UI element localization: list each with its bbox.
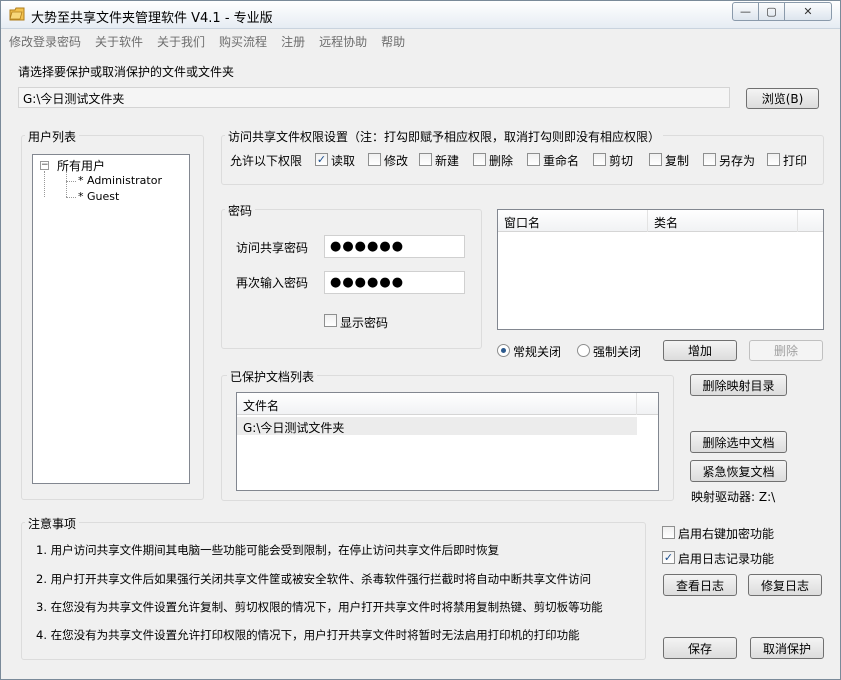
menu-register[interactable]: 注册	[274, 30, 312, 52]
force-close-label: 强制关闭	[593, 345, 642, 359]
tree-connector	[44, 171, 45, 197]
normal-close-label: 常规关闭	[513, 345, 562, 359]
main-window: 大势至共享文件夹管理软件 V4.1 - 专业版 — ▢ ✕ 修改登录密码 关于软…	[0, 0, 841, 680]
view-log-button[interactable]: 查看日志	[663, 574, 737, 596]
delete-selected-button[interactable]: 删除选中文档	[690, 431, 787, 453]
access-password-label: 访问共享密码	[236, 241, 309, 255]
perm-print-label: 打印	[783, 154, 808, 168]
perm-saveas-label: 另存为	[719, 154, 756, 168]
menu-bar: 修改登录密码 关于软件 关于我们 购买流程 注册 远程协助 帮助	[2, 30, 840, 52]
repair-log-button[interactable]: 修复日志	[748, 574, 822, 596]
perm-rename-checkbox[interactable]	[527, 153, 540, 166]
show-password-checkbox[interactable]	[324, 314, 337, 327]
app-folder-icon	[9, 7, 25, 21]
cancel-protect-button[interactable]: 取消保护	[750, 637, 824, 659]
perm-print-checkbox[interactable]	[767, 153, 780, 166]
show-password-label: 显示密码	[340, 316, 389, 330]
delete-button[interactable]: 删除	[749, 340, 823, 361]
delete-mapping-button[interactable]: 删除映射目录	[690, 374, 787, 396]
perm-cut-label: 剪切	[609, 154, 634, 168]
protected-docs-header: 文件名	[237, 393, 658, 415]
right-click-encrypt-label: 启用右键加密功能	[678, 527, 775, 541]
window-list-header: 窗口名 类名	[498, 210, 823, 232]
minimize-icon: —	[740, 5, 751, 18]
perm-saveas-checkbox[interactable]	[703, 153, 716, 166]
force-close-radio[interactable]	[577, 344, 590, 357]
perm-modify-checkbox[interactable]	[368, 153, 381, 166]
close-button[interactable]: ✕	[784, 2, 832, 21]
note-item-4: 4. 在您没有为共享文件设置允许打印权限的情况下，用户打开共享文件时将暂时无法启…	[36, 628, 580, 642]
access-password-input[interactable]: ●●●●●●	[324, 235, 465, 258]
permissions-title: 访问共享文件权限设置（注：打勾即赋予相应权限，取消打勾则即没有相应权限）	[225, 128, 664, 145]
tree-connector	[66, 171, 67, 197]
emergency-restore-button[interactable]: 紧急恢复文档	[690, 460, 787, 482]
browse-button[interactable]: 浏览(B)	[746, 88, 819, 109]
title-bar: 大势至共享文件夹管理软件 V4.1 - 专业版 — ▢ ✕	[1, 1, 840, 29]
column-class-name[interactable]: 类名	[648, 210, 798, 232]
note-item-2: 2. 用户打开共享文件后如果强行关闭共享文件筐或被安全软件、杀毒软件强行拦截时将…	[36, 572, 592, 586]
maximize-button[interactable]: ▢	[758, 2, 785, 21]
enable-log-label: 启用日志记录功能	[678, 552, 775, 566]
check-icon: ✓	[316, 153, 327, 166]
menu-help[interactable]: 帮助	[374, 30, 412, 52]
perm-create-checkbox[interactable]	[419, 153, 432, 166]
menu-change-password[interactable]: 修改登录密码	[2, 30, 88, 52]
table-row[interactable]: G:\今日测试文件夹	[237, 417, 637, 435]
notes-title: 注意事项	[25, 515, 80, 532]
tree-user-guest[interactable]: * Guest	[78, 190, 119, 203]
allow-permissions-label: 允许以下权限	[230, 154, 303, 168]
tree-user-administrator[interactable]: * Administrator	[78, 174, 162, 187]
tree-collapse-icon[interactable]: −	[40, 161, 49, 170]
password-title: 密码	[225, 202, 256, 219]
column-file-name[interactable]: 文件名	[237, 393, 637, 415]
enable-log-checkbox[interactable]: ✓	[662, 551, 675, 564]
perm-delete-label: 删除	[489, 154, 514, 168]
perm-copy-label: 复制	[665, 154, 690, 168]
minimize-button[interactable]: —	[732, 2, 759, 21]
select-prompt: 请选择要保护或取消保护的文件或文件夹	[18, 65, 235, 79]
normal-close-radio[interactable]	[497, 344, 510, 357]
add-button[interactable]: 增加	[663, 340, 737, 361]
perm-read-label: 读取	[331, 154, 356, 168]
protected-docs-title: 已保护文档列表	[227, 368, 318, 385]
tree-connector	[66, 181, 76, 182]
note-item-1: 1. 用户访问共享文件期间其电脑一些功能可能会受到限制，在停止访问共享文件后即时…	[36, 543, 500, 557]
perm-read-checkbox[interactable]: ✓	[315, 153, 328, 166]
window-list[interactable]: 窗口名 类名	[497, 209, 824, 330]
user-tree[interactable]: − 所有用户 * Administrator * Guest	[32, 154, 190, 484]
perm-create-label: 新建	[435, 154, 460, 168]
menu-remote-assist[interactable]: 远程协助	[312, 30, 374, 52]
tree-connector	[66, 197, 76, 198]
confirm-password-label: 再次输入密码	[236, 276, 309, 290]
maximize-icon: ▢	[766, 5, 777, 18]
menu-purchase[interactable]: 购买流程	[212, 30, 274, 52]
tree-root-all-users[interactable]: 所有用户	[57, 157, 105, 174]
note-item-3: 3. 在您没有为共享文件设置允许复制、剪切权限的情况下，用户打开共享文件时将禁用…	[36, 600, 603, 614]
menu-about-software[interactable]: 关于软件	[88, 30, 150, 52]
perm-cut-checkbox[interactable]	[593, 153, 606, 166]
user-list-title: 用户列表	[25, 128, 80, 145]
perm-modify-label: 修改	[384, 154, 409, 168]
selected-path-field[interactable]: G:\今日测试文件夹	[18, 87, 730, 108]
perm-copy-checkbox[interactable]	[649, 153, 662, 166]
perm-delete-checkbox[interactable]	[473, 153, 486, 166]
confirm-password-input[interactable]: ●●●●●●	[324, 271, 465, 294]
perm-rename-label: 重命名	[543, 154, 580, 168]
close-icon: ✕	[803, 5, 813, 18]
save-button[interactable]: 保存	[663, 637, 737, 659]
mapped-drive-label: 映射驱动器: Z:\	[691, 490, 776, 504]
column-window-name[interactable]: 窗口名	[498, 210, 648, 232]
menu-about-us[interactable]: 关于我们	[150, 30, 212, 52]
protected-docs-list[interactable]: 文件名 G:\今日测试文件夹	[236, 392, 659, 491]
check-icon: ✓	[663, 551, 674, 564]
right-click-encrypt-checkbox[interactable]	[662, 526, 675, 539]
window-title: 大势至共享文件夹管理软件 V4.1 - 专业版	[31, 11, 273, 26]
